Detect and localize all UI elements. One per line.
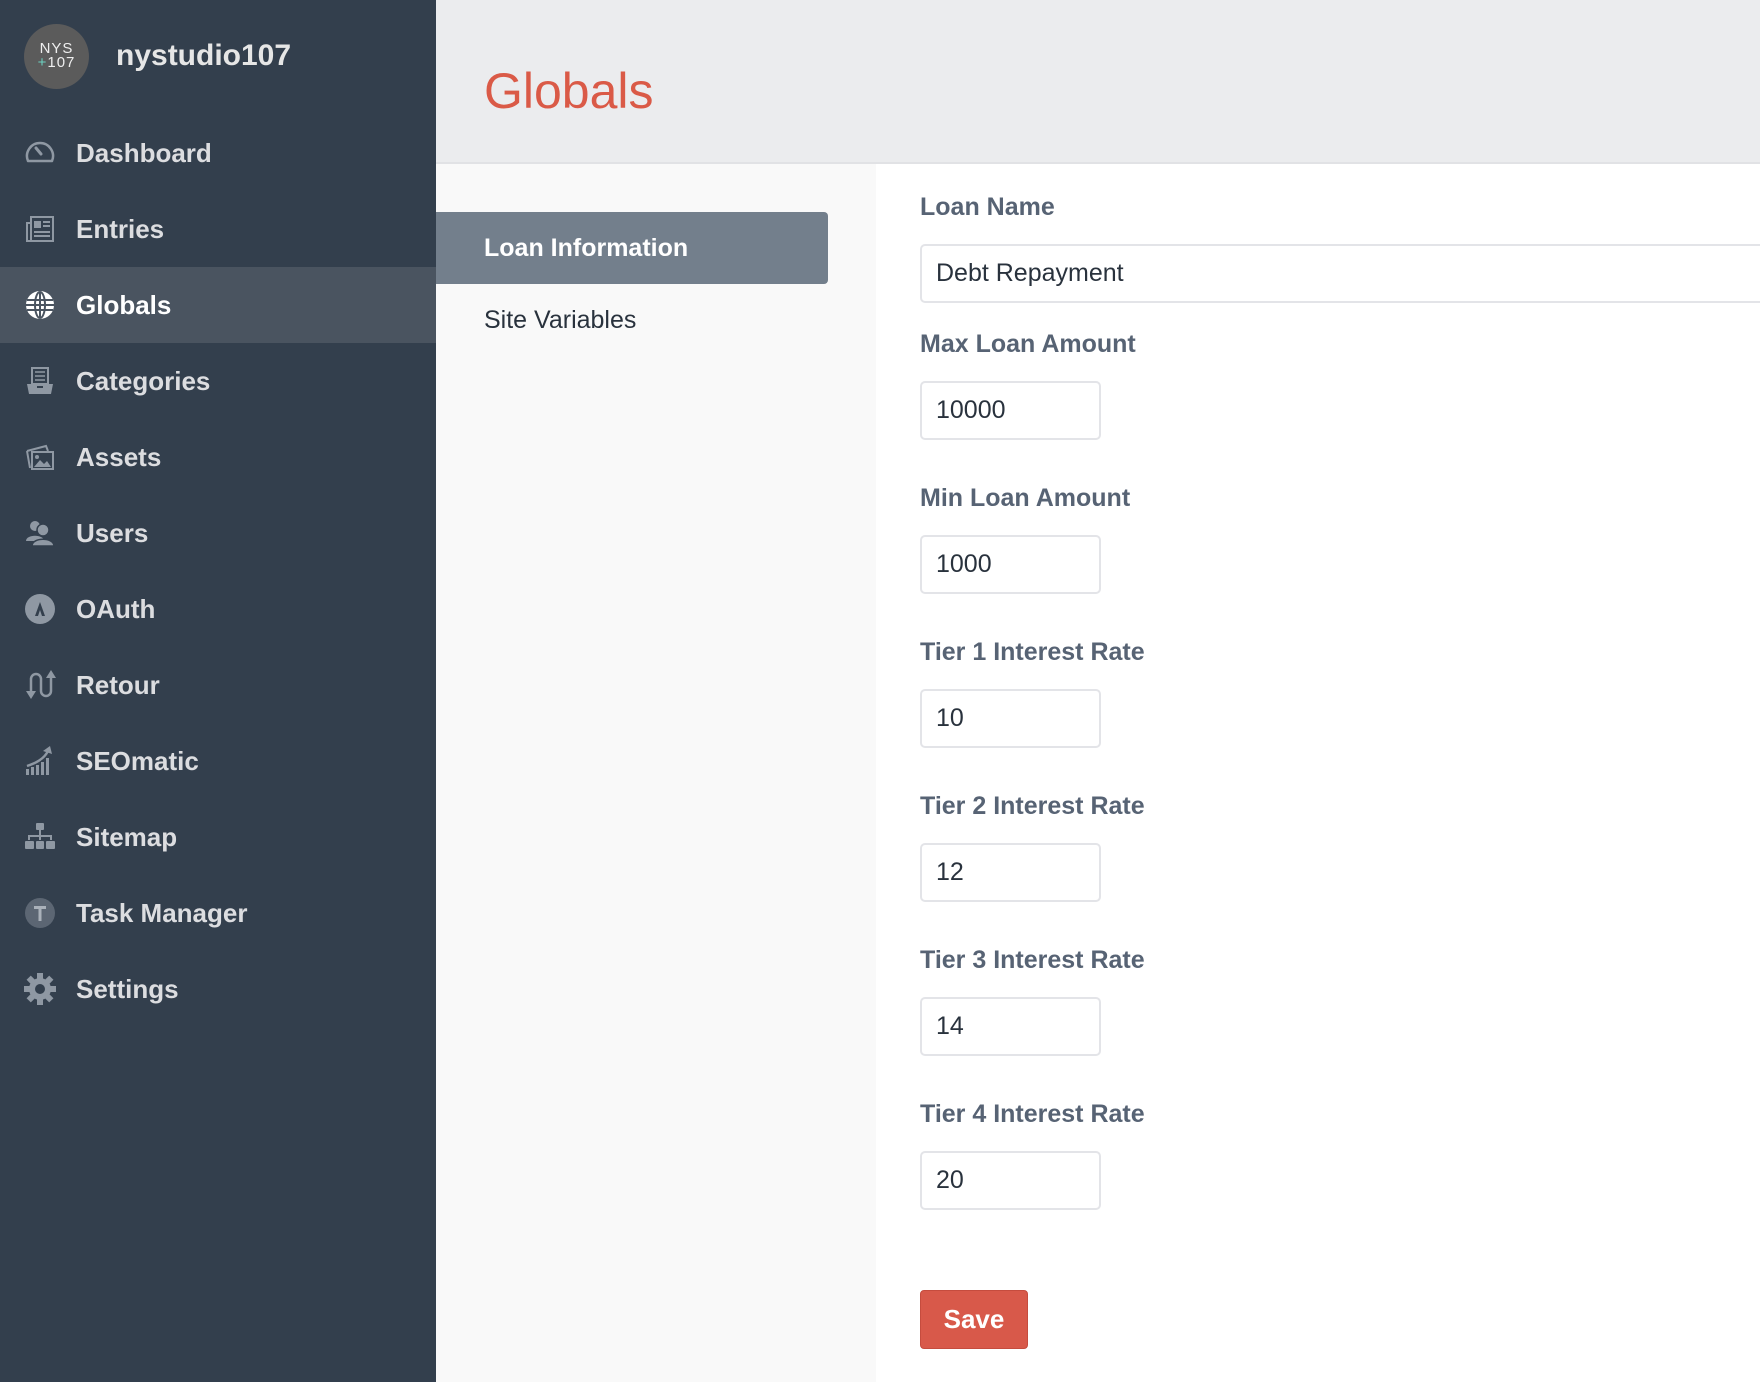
sidebar-item-label: Categories	[76, 365, 211, 396]
sidebar-item-dashboard[interactable]: Dashboard	[0, 115, 436, 191]
field-label: Tier 2 Interest Rate	[920, 792, 1145, 820]
logo-number: 107	[47, 54, 76, 71]
redirect-arrows-icon	[24, 669, 56, 701]
field-label: Min Loan Amount	[920, 484, 1131, 512]
sidebar-item-entries[interactable]: Entries	[0, 191, 436, 267]
growth-chart-icon	[24, 745, 56, 777]
global-set-site-variables[interactable]: Site Variables	[436, 284, 828, 356]
sidebar-item-label: Users	[76, 517, 149, 548]
tier-2-interest-rate-input[interactable]	[920, 843, 1101, 902]
sidebar-item-label: Dashboard	[76, 137, 212, 168]
field-tier-2-interest-rate: Tier 2 Interest Rate	[920, 791, 1145, 902]
field-tier-4-interest-rate: Tier 4 Interest Rate	[920, 1099, 1145, 1210]
images-icon	[24, 441, 56, 473]
sidebar-item-users[interactable]: Users	[0, 495, 436, 571]
max-loan-amount-input[interactable]	[920, 381, 1101, 440]
page-title: Globals	[484, 63, 654, 119]
tier-3-interest-rate-input[interactable]	[920, 997, 1101, 1056]
loan-name-input[interactable]	[920, 244, 1760, 303]
sidebar-item-categories[interactable]: Categories	[0, 343, 436, 419]
sidebar-item-label: SEOmatic	[76, 745, 199, 776]
field-label: Max Loan Amount	[920, 330, 1136, 358]
sidebar-item-label: OAuth	[76, 593, 156, 624]
field-label: Tier 3 Interest Rate	[920, 946, 1145, 974]
sidebar-item-label: Globals	[76, 289, 172, 320]
sitemap-icon	[24, 821, 56, 853]
dashboard-gauge-icon	[24, 137, 56, 169]
main-nav: Dashboard Entries Globals Categories Ass…	[0, 115, 436, 1027]
sidebar-item-label: Assets	[76, 441, 162, 472]
tier-4-interest-rate-input[interactable]	[920, 1151, 1101, 1210]
field-label: Tier 4 Interest Rate	[920, 1100, 1145, 1128]
users-icon	[24, 517, 56, 549]
sidebar-item-sitemap[interactable]: Sitemap	[0, 799, 436, 875]
sidebar-item-settings[interactable]: Settings	[0, 951, 436, 1027]
field-min-loan-amount: Min Loan Amount	[920, 483, 1130, 594]
global-sets-nav: Loan Information Site Variables	[436, 164, 876, 1382]
sidebar-item-oauth[interactable]: OAuth	[0, 571, 436, 647]
field-tier-3-interest-rate: Tier 3 Interest Rate	[920, 945, 1145, 1056]
globe-icon	[24, 289, 56, 321]
global-set-loan-information[interactable]: Loan Information	[436, 212, 828, 284]
field-label: Loan Name	[920, 193, 1055, 221]
site-logo: NYS +107	[24, 23, 89, 89]
sidebar-item-task-manager[interactable]: Task Manager	[0, 875, 436, 951]
logo-text-bottom: +107	[37, 54, 76, 71]
sidebar-item-retour[interactable]: Retour	[0, 647, 436, 723]
categories-tray-icon	[24, 365, 56, 397]
field-max-loan-amount: Max Loan Amount	[920, 329, 1136, 440]
sidebar-item-assets[interactable]: Assets	[0, 419, 436, 495]
newspaper-icon	[24, 213, 56, 245]
sidebar-item-globals[interactable]: Globals	[0, 267, 436, 343]
tier-1-interest-rate-input[interactable]	[920, 689, 1101, 748]
gear-icon	[24, 973, 56, 1005]
sidebar-item-label: Sitemap	[76, 821, 178, 852]
site-header[interactable]: NYS +107 nystudio107	[24, 23, 291, 89]
sidebar-item-label: Task Manager	[76, 897, 248, 928]
min-loan-amount-input[interactable]	[920, 535, 1101, 594]
sidebar-item-seomatic[interactable]: SEOmatic	[0, 723, 436, 799]
sidebar-item-label: Settings	[76, 973, 179, 1004]
logo-plus: +	[37, 54, 48, 71]
field-loan-name: Loan Name	[920, 192, 1760, 303]
sidebar-item-label: Entries	[76, 213, 165, 244]
field-label: Tier 1 Interest Rate	[920, 638, 1145, 666]
save-button[interactable]: Save	[920, 1290, 1028, 1349]
task-manager-icon	[24, 897, 56, 929]
global-set-form: Loan Name Max Loan Amount Min Loan Amoun…	[876, 164, 1760, 1382]
sidebar: NYS +107 nystudio107 Dashboard Entries G…	[0, 0, 436, 1382]
site-name[interactable]: nystudio107	[116, 39, 291, 73]
field-tier-1-interest-rate: Tier 1 Interest Rate	[920, 637, 1145, 748]
oauth-icon	[24, 593, 56, 625]
page-header: Globals	[436, 0, 1760, 164]
sidebar-item-label: Retour	[76, 669, 160, 700]
